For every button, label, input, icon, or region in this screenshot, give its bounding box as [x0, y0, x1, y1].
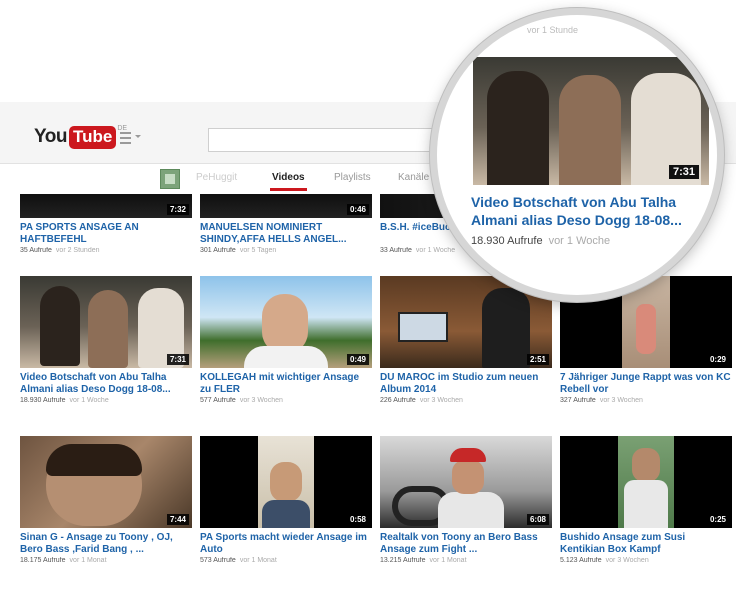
- video-title[interactable]: PA SPORTS ANSAGE AN HAFTBEFEHL: [20, 222, 192, 246]
- magnified-duration: 7:31: [669, 165, 700, 179]
- video-thumbnail[interactable]: 6:08: [380, 436, 552, 528]
- tab-videos[interactable]: Videos: [270, 172, 307, 191]
- view-count: 327 Aufrufe: [560, 397, 596, 404]
- video-card[interactable]: 2:51 DU MAROC im Studio zum neuen Album …: [380, 276, 552, 404]
- video-card[interactable]: 7:32 PA SPORTS ANSAGE AN HAFTBEFEHL 35 A…: [20, 194, 192, 254]
- upload-age: vor 3 Wochen: [605, 557, 649, 564]
- youtube-logo[interactable]: You Tube DE: [34, 124, 127, 150]
- video-card[interactable]: 7:44 Sinan G - Ansage zu Toony , OJ, Ber…: [20, 436, 192, 564]
- upload-age: vor 1 Monat: [239, 557, 277, 564]
- video-duration: 0:58: [346, 514, 369, 525]
- video-duration: 6:08: [526, 514, 549, 525]
- view-count: 18.930 Aufrufe: [20, 397, 66, 404]
- video-duration: 0:49: [346, 354, 369, 365]
- video-card[interactable]: 6:08 Realtalk von Toony an Bero Bass Ans…: [380, 436, 552, 564]
- video-title[interactable]: Bushido Ansage zum Susi Kentikian Box Ka…: [560, 532, 732, 556]
- video-card[interactable]: 0:49 KOLLEGAH mit wichtiger Ansage zu FL…: [200, 276, 372, 404]
- magnified-age: vor 1 Woche: [548, 235, 611, 247]
- video-meta: 13.215 Aufrufe vor 1 Monat: [380, 557, 552, 564]
- view-count: 5.123 Aufrufe: [560, 557, 602, 564]
- video-duration: 7:32: [166, 204, 189, 215]
- video-card[interactable]: 0:25 Bushido Ansage zum Susi Kentikian B…: [560, 436, 732, 564]
- logo-you-text: You: [34, 126, 67, 147]
- guide-menu-icon[interactable]: [120, 132, 144, 148]
- magnified-title[interactable]: Video Botschaft von Abu Talha Almani ali…: [471, 193, 717, 229]
- upload-age: vor 3 Wochen: [599, 397, 643, 404]
- video-title[interactable]: Sinan G - Ansage zu Toony , OJ, Bero Bas…: [20, 532, 192, 556]
- view-count: 35 Aufrufe: [20, 247, 52, 254]
- video-title[interactable]: MANUELSEN NOMINIERT SHINDY,AFFA HELLS AN…: [200, 222, 372, 246]
- channel-avatar[interactable]: [160, 169, 180, 189]
- video-meta: 18.930 Aufrufe vor 1 Woche: [20, 397, 192, 404]
- video-title[interactable]: Realtalk von Toony an Bero Bass Ansage z…: [380, 532, 552, 556]
- video-duration: 0:29: [706, 354, 729, 365]
- video-title[interactable]: Video Botschaft von Abu Talha Almani ali…: [20, 372, 192, 396]
- view-count: 301 Aufrufe: [200, 247, 236, 254]
- video-title[interactable]: 7 Jähriger Junge Rappt was von KC Rebell…: [560, 372, 732, 396]
- video-thumbnail[interactable]: 0:58: [200, 436, 372, 528]
- view-count: 226 Aufrufe: [380, 397, 416, 404]
- magnified-meta: 18.930 Aufrufe vor 1 Woche: [471, 235, 610, 247]
- video-meta: 573 Aufrufe vor 1 Monat: [200, 557, 372, 564]
- video-duration: 2:51: [526, 354, 549, 365]
- video-duration: 7:44: [166, 514, 189, 525]
- upload-age: vor 5 Tagen: [239, 247, 277, 254]
- video-meta: 301 Aufrufe vor 5 Tagen: [200, 247, 372, 254]
- tab-channels[interactable]: Kanäle: [398, 172, 429, 183]
- video-card[interactable]: 0:58 PA Sports macht wieder Ansage im Au…: [200, 436, 372, 564]
- magnifier-edge-text: g:: [705, 211, 716, 223]
- tab-playlists[interactable]: Playlists: [334, 172, 371, 183]
- video-card[interactable]: 7:31 Video Botschaft von Abu Talha Alman…: [20, 276, 192, 404]
- logo-country-code: DE: [117, 125, 128, 132]
- upload-age: vor 2 Stunden: [55, 247, 100, 254]
- upload-age: vor 3 Wochen: [239, 397, 283, 404]
- channel-name[interactable]: PeHuggit: [196, 172, 237, 183]
- logo-tube-text: Tube: [68, 125, 117, 149]
- view-count: 18.175 Aufrufe: [20, 557, 66, 564]
- video-thumbnail[interactable]: 7:32: [20, 194, 192, 218]
- magnifier-callout: vor 1 Stunde 7:31 Video Botschaft von Ab…: [430, 8, 724, 302]
- upload-age: vor 1 Woche: [69, 397, 109, 404]
- video-thumbnail[interactable]: 0:49: [200, 276, 372, 368]
- view-count: 33 Aufrufe: [380, 247, 412, 254]
- video-meta: 5.123 Aufrufe vor 3 Wochen: [560, 557, 732, 564]
- video-title[interactable]: PA Sports macht wieder Ansage im Auto: [200, 532, 372, 556]
- video-thumbnail[interactable]: 0:25: [560, 436, 732, 528]
- video-meta: 18.175 Aufrufe vor 1 Monat: [20, 557, 192, 564]
- video-meta: 327 Aufrufe vor 3 Wochen: [560, 397, 732, 404]
- video-duration: 0:46: [346, 204, 369, 215]
- video-duration: 7:31: [166, 354, 189, 365]
- video-thumbnail[interactable]: 7:31: [20, 276, 192, 368]
- upload-age: vor 1 Monat: [429, 557, 467, 564]
- upload-age: vor 1 Woche: [415, 247, 456, 254]
- video-meta: 226 Aufrufe vor 3 Wochen: [380, 397, 552, 404]
- video-title[interactable]: DU MAROC im Studio zum neuen Album 2014: [380, 372, 552, 396]
- video-card[interactable]: 0:46 MANUELSEN NOMINIERT SHINDY,AFFA HEL…: [200, 194, 372, 254]
- video-duration: 0:25: [706, 514, 729, 525]
- magnifier-top-text: vor 1 Stunde: [527, 25, 579, 35]
- upload-age: vor 1 Monat: [69, 557, 107, 564]
- view-count: 577 Aufrufe: [200, 397, 236, 404]
- search-input[interactable]: [208, 128, 468, 152]
- video-meta: 35 Aufrufe vor 2 Stunden: [20, 247, 192, 254]
- view-count: 13.215 Aufrufe: [380, 557, 426, 564]
- video-thumbnail[interactable]: 7:44: [20, 436, 192, 528]
- video-thumbnail[interactable]: 0:46: [200, 194, 372, 218]
- video-meta: 577 Aufrufe vor 3 Wochen: [200, 397, 372, 404]
- upload-age: vor 3 Wochen: [419, 397, 463, 404]
- magnified-views: 18.930 Aufrufe: [471, 235, 543, 247]
- view-count: 573 Aufrufe: [200, 557, 236, 564]
- video-title[interactable]: KOLLEGAH mit wichtiger Ansage zu FLER: [200, 372, 372, 396]
